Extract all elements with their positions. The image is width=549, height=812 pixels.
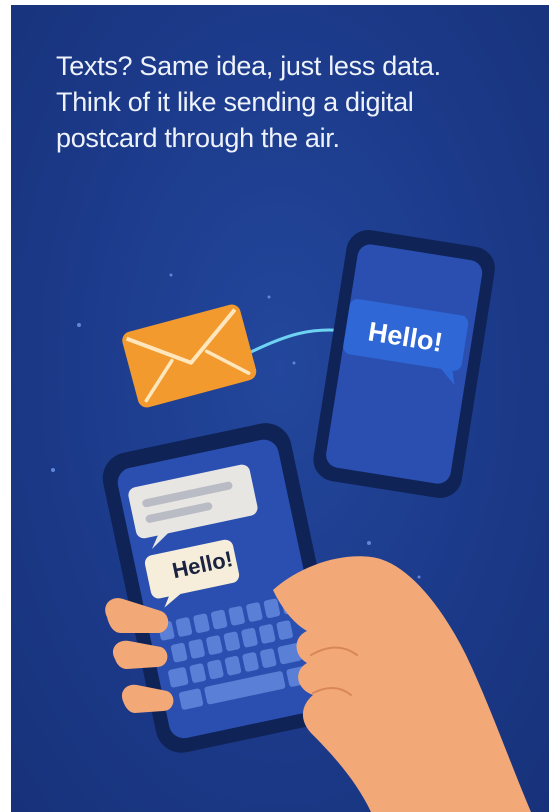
scene-artwork: Hello! Hello! [51, 230, 531, 812]
receiver-phone [313, 230, 495, 499]
envelope-icon [122, 304, 257, 408]
illustration-panel: Texts? Same idea, just less data. Think … [11, 5, 549, 812]
